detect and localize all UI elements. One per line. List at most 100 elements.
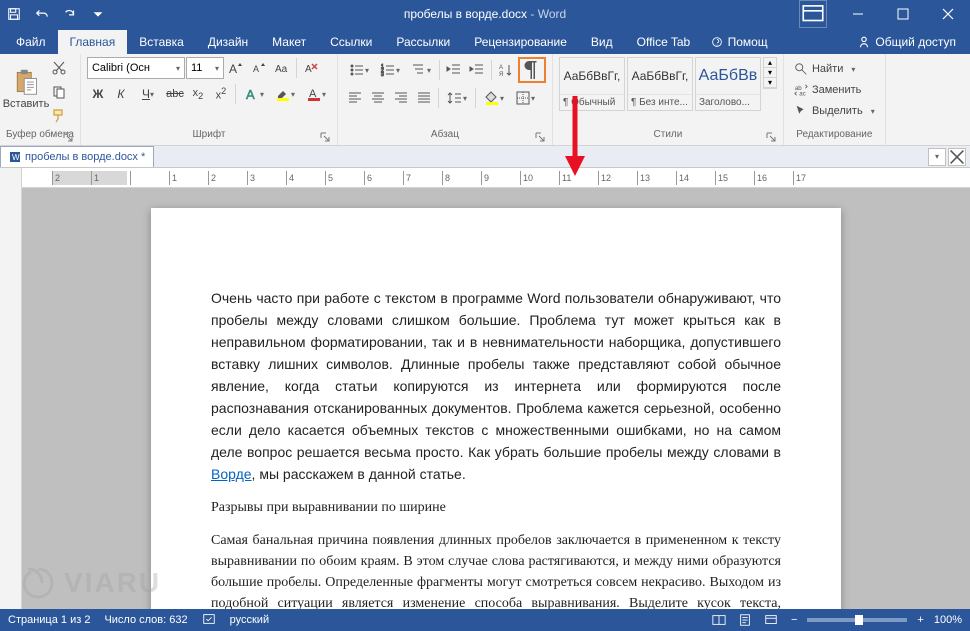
align-right-icon[interactable]: [390, 87, 412, 109]
ruler-corner: [0, 168, 22, 188]
status-page[interactable]: Страница 1 из 2: [8, 614, 90, 626]
maximize-button[interactable]: [880, 0, 925, 28]
font-name-combo[interactable]: Calibri (Осн▾: [87, 57, 185, 79]
minimize-button[interactable]: [835, 0, 880, 28]
clipboard-launcher[interactable]: [62, 132, 74, 144]
document-area: Очень часто при работе с текстом в прогр…: [0, 188, 970, 609]
replace-button[interactable]: abacЗаменить: [790, 80, 865, 100]
title-bar: пробелы в ворде.docx - Word: [0, 0, 970, 28]
grow-font-icon[interactable]: A: [225, 57, 247, 79]
tab-view[interactable]: Вид: [579, 30, 625, 54]
tab-mailings[interactable]: Рассылки: [384, 30, 462, 54]
align-left-icon[interactable]: [344, 87, 366, 109]
zoom-slider[interactable]: [807, 618, 907, 622]
link-word[interactable]: Ворде: [211, 466, 252, 482]
svg-text:Я: Я: [499, 72, 503, 78]
horizontal-ruler[interactable]: 2 1 1 2 3 4 5 6 7 8 9 10 11 12 13 14 15 …: [22, 168, 970, 188]
sort-icon[interactable]: АЯ: [495, 59, 517, 81]
style-no-spacing[interactable]: АаБбВвГг, ¶ Без инте...: [627, 57, 693, 111]
view-print-layout-icon[interactable]: [735, 611, 755, 629]
tab-design[interactable]: Дизайн: [196, 30, 260, 54]
zoom-out-button[interactable]: −: [787, 614, 801, 626]
format-painter-icon[interactable]: [48, 105, 70, 127]
group-clipboard: Вставить Буфер обмена: [0, 54, 81, 145]
copy-icon[interactable]: [48, 81, 70, 103]
subscript-icon[interactable]: x2: [187, 83, 209, 105]
svg-text:A: A: [246, 87, 255, 102]
tab-home[interactable]: Главная: [58, 30, 128, 54]
multilevel-list-icon[interactable]: ▾: [406, 59, 436, 81]
svg-text:3: 3: [381, 72, 384, 78]
cut-icon[interactable]: [48, 57, 70, 79]
superscript-icon[interactable]: x2: [210, 83, 232, 105]
align-center-icon[interactable]: [367, 87, 389, 109]
vertical-ruler[interactable]: [0, 188, 22, 609]
qat-customize-icon[interactable]: [84, 0, 112, 28]
style-heading1[interactable]: АаБбВв Заголово...: [695, 57, 761, 111]
tab-review[interactable]: Рецензирование: [462, 30, 579, 54]
style-normal[interactable]: АаБбВвГг, ¶ Обычный: [559, 57, 625, 111]
show-paragraph-marks-button[interactable]: [518, 57, 546, 83]
ribbon: Вставить Буфер обмена Calibri (Осн▾ 11▾ …: [0, 54, 970, 146]
undo-icon[interactable]: [28, 0, 56, 28]
clear-formatting-icon[interactable]: A: [300, 57, 322, 79]
tell-me[interactable]: Помощ: [702, 30, 775, 54]
tab-file[interactable]: Файл: [4, 30, 58, 54]
svg-text:A: A: [229, 62, 237, 76]
view-read-mode-icon[interactable]: [709, 611, 729, 629]
document-canvas[interactable]: Очень часто при работе с текстом в прогр…: [22, 188, 970, 609]
change-case-icon[interactable]: Aa: [271, 57, 293, 79]
font-launcher[interactable]: [319, 132, 331, 144]
decrease-indent-icon[interactable]: [443, 59, 465, 81]
bullets-icon[interactable]: ▾: [344, 59, 374, 81]
tab-insert[interactable]: Вставка: [127, 30, 196, 54]
font-color-icon[interactable]: A▾: [301, 83, 331, 105]
status-language[interactable]: русский: [230, 614, 269, 626]
tab-references[interactable]: Ссылки: [318, 30, 384, 54]
tab-layout[interactable]: Макет: [260, 30, 318, 54]
svg-text:W: W: [12, 153, 20, 162]
status-bar: Страница 1 из 2 Число слов: 632 русский …: [0, 609, 970, 631]
shading-icon[interactable]: ▾: [479, 87, 509, 109]
styles-gallery-scroll[interactable]: ▴▾▾: [763, 57, 777, 89]
tabbar-close-icon[interactable]: [948, 148, 966, 166]
svg-text:ac: ac: [799, 90, 805, 97]
line-spacing-icon[interactable]: ▾: [442, 87, 472, 109]
tabbar-dropdown-icon[interactable]: ▾: [928, 148, 946, 166]
svg-text:A: A: [253, 64, 259, 74]
document-tab[interactable]: W пробелы в ворде.docx *: [0, 146, 154, 167]
tab-officetab[interactable]: Office Tab: [625, 30, 703, 54]
status-spellcheck-icon[interactable]: [202, 612, 216, 629]
find-button[interactable]: Найти▾: [790, 59, 859, 79]
status-word-count[interactable]: Число слов: 632: [104, 614, 187, 626]
horizontal-ruler-row: 2 1 1 2 3 4 5 6 7 8 9 10 11 12 13 14 15 …: [0, 168, 970, 188]
document-tab-bar: W пробелы в ворде.docx * ▾: [0, 146, 970, 168]
justify-icon[interactable]: [413, 87, 435, 109]
strikethrough-icon[interactable]: abc: [164, 83, 186, 105]
zoom-in-button[interactable]: +: [913, 614, 927, 626]
borders-icon[interactable]: ▾: [510, 87, 540, 109]
share-button[interactable]: Общий доступ: [847, 30, 966, 54]
group-styles: АаБбВвГг, ¶ Обычный АаБбВвГг, ¶ Без инте…: [553, 54, 784, 145]
text-effects-icon[interactable]: A▾: [239, 83, 269, 105]
italic-icon[interactable]: К: [110, 83, 132, 105]
numbering-icon[interactable]: 123▾: [375, 59, 405, 81]
redo-icon[interactable]: [56, 0, 84, 28]
highlight-icon[interactable]: ▾: [270, 83, 300, 105]
underline-icon[interactable]: Ч▾: [133, 83, 163, 105]
bold-icon[interactable]: Ж: [87, 83, 109, 105]
close-button[interactable]: [925, 0, 970, 28]
paste-button[interactable]: Вставить: [6, 57, 46, 121]
zoom-level[interactable]: 100%: [934, 614, 962, 626]
styles-launcher[interactable]: [765, 132, 777, 144]
paragraph-launcher[interactable]: [534, 132, 546, 144]
shrink-font-icon[interactable]: A: [248, 57, 270, 79]
increase-indent-icon[interactable]: [466, 59, 488, 81]
font-size-combo[interactable]: 11▾: [186, 57, 224, 79]
save-icon[interactable]: [0, 0, 28, 28]
ribbon-tabs: Файл Главная Вставка Дизайн Макет Ссылки…: [0, 28, 970, 54]
view-web-layout-icon[interactable]: [761, 611, 781, 629]
paragraph-1: Очень часто при работе с текстом в прогр…: [211, 288, 781, 486]
select-button[interactable]: Выделить▾: [790, 101, 879, 121]
ribbon-display-options-icon[interactable]: [799, 0, 827, 28]
